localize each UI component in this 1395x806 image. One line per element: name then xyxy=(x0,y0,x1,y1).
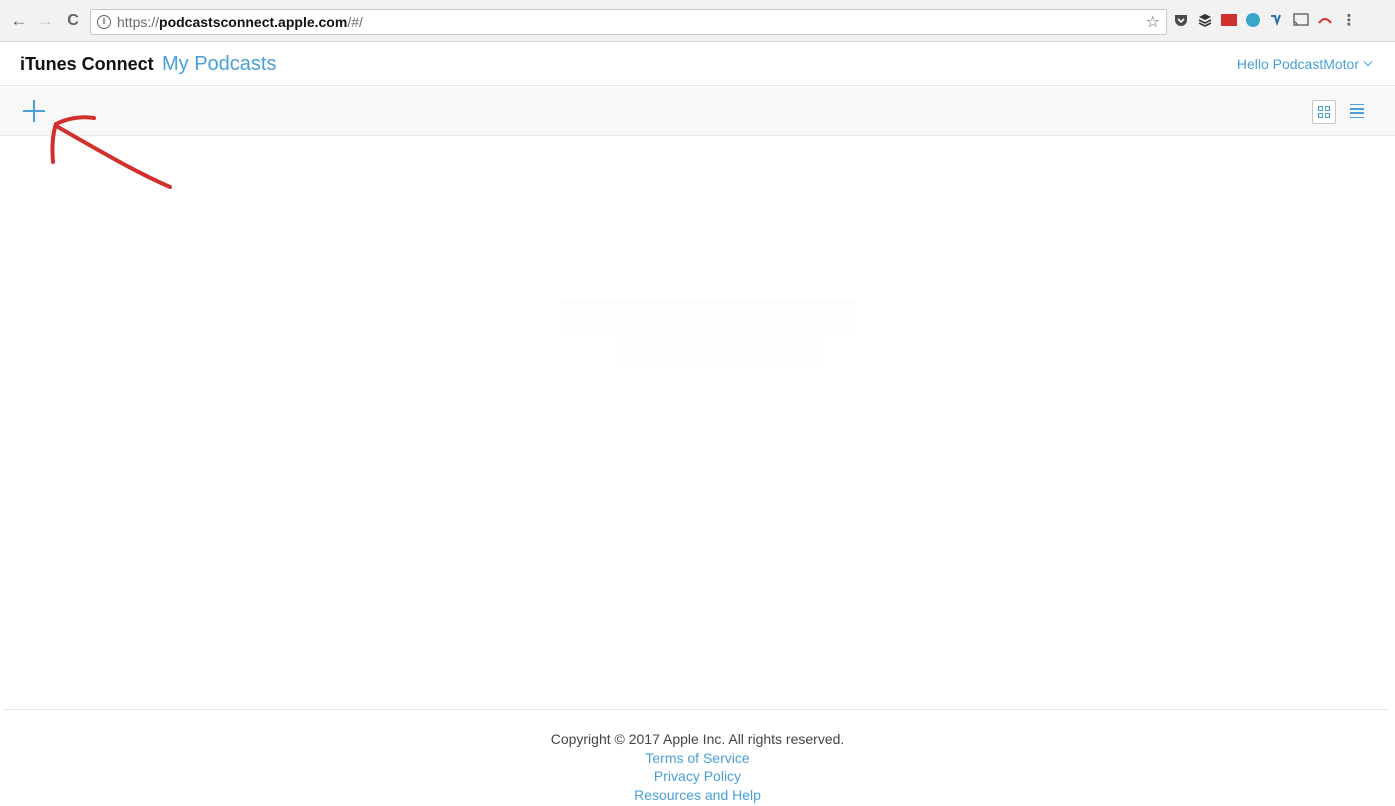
section-title[interactable]: My Podcasts xyxy=(162,53,276,76)
wave-extension-icon[interactable] xyxy=(1316,11,1334,29)
podcast-toolbar xyxy=(0,87,1395,136)
pocket-icon[interactable] xyxy=(1172,11,1190,29)
privacy-policy-link[interactable]: Privacy Policy xyxy=(0,767,1395,786)
footer-divider xyxy=(4,709,1389,710)
address-bar[interactable]: i https://podcastsconnect.apple.com/#/ ☆ xyxy=(90,9,1167,35)
grid-cell xyxy=(1318,106,1323,111)
teal-extension-icon[interactable] xyxy=(1244,11,1262,29)
footer: Copyright © 2017 Apple Inc. All rights r… xyxy=(0,730,1395,804)
grid-cell xyxy=(1325,113,1330,118)
app-header: iTunes Connect My Podcasts Hello Podcast… xyxy=(0,43,1395,86)
grid-cell xyxy=(1325,106,1330,111)
list-line xyxy=(1350,112,1364,114)
list-line xyxy=(1350,116,1364,118)
info-icon[interactable]: i xyxy=(97,15,111,29)
red-extension-icon[interactable] xyxy=(1220,11,1238,29)
grid-cell xyxy=(1318,113,1323,118)
forward-arrow-icon[interactable]: → xyxy=(32,8,58,34)
loading-placeholder xyxy=(560,300,856,336)
extension-tray: ⋮ xyxy=(1172,11,1358,29)
grid-view-icon[interactable] xyxy=(1312,100,1336,124)
loading-placeholder xyxy=(622,335,818,367)
list-line xyxy=(1350,108,1364,110)
user-greeting: Hello PodcastMotor xyxy=(1236,56,1359,72)
buffer-icon[interactable] xyxy=(1196,11,1214,29)
user-menu[interactable]: Hello PodcastMotor xyxy=(1236,56,1373,72)
browser-toolbar: ← → C i https://podcastsconnect.apple.co… xyxy=(0,0,1395,42)
cast-icon[interactable] xyxy=(1292,11,1310,29)
list-line xyxy=(1350,104,1364,106)
reload-icon[interactable]: C xyxy=(60,8,86,34)
copyright-text: Copyright © 2017 Apple Inc. All rights r… xyxy=(550,731,845,747)
brand-title[interactable]: iTunes Connect xyxy=(20,54,154,75)
vimeo-icon[interactable] xyxy=(1268,11,1286,29)
bookmark-star-icon[interactable]: ☆ xyxy=(1146,12,1160,32)
chevron-down-icon xyxy=(1363,57,1373,67)
terms-of-service-link[interactable]: Terms of Service xyxy=(0,749,1395,768)
resources-and-help-link[interactable]: Resources and Help xyxy=(0,786,1395,805)
list-view-icon[interactable] xyxy=(1350,104,1364,118)
url-host: podcastsconnect.apple.com xyxy=(159,14,348,30)
back-arrow-icon[interactable]: ← xyxy=(6,8,32,34)
menu-kebab-icon[interactable]: ⋮ xyxy=(1340,11,1358,29)
annotation-arrow-icon xyxy=(50,115,172,189)
url-scheme: https:// xyxy=(117,14,160,30)
url-path: /#/ xyxy=(347,14,363,30)
